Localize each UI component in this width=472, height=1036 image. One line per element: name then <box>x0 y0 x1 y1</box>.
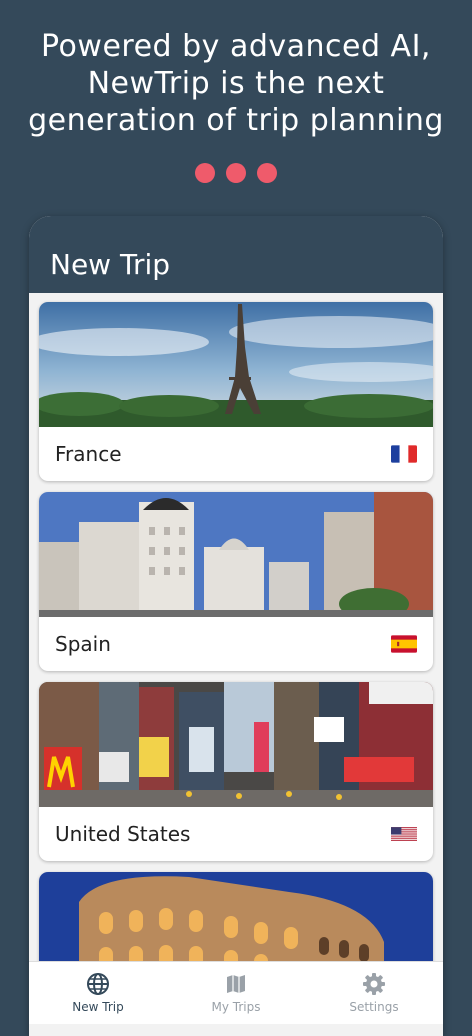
france-flag-icon <box>391 445 417 463</box>
page-indicator <box>0 163 472 183</box>
us-flag-icon <box>391 827 417 841</box>
headline-line-2: NewTrip is the next <box>87 66 385 101</box>
bottom-nav: New Trip My Trips Settings <box>29 961 443 1024</box>
destination-card-france[interactable]: France <box>39 302 433 481</box>
page-dot[interactable] <box>257 163 277 183</box>
onboarding-headline: Powered by advanced AI, NewTrip is the n… <box>0 28 472 139</box>
nav-my-trips[interactable]: My Trips <box>167 962 305 1024</box>
spain-photo <box>39 492 433 617</box>
globe-icon <box>87 973 109 995</box>
spain-flag-icon <box>391 635 417 653</box>
destination-name: France <box>55 442 122 466</box>
destination-card-united-states[interactable]: United States <box>39 682 433 861</box>
app-bar: New Trip <box>29 216 443 293</box>
map-icon <box>227 975 245 993</box>
destination-name: Spain <box>55 632 111 656</box>
headline-line-1: Powered by advanced AI, <box>41 29 431 64</box>
nav-new-trip[interactable]: New Trip <box>29 962 167 1024</box>
destination-card-spain[interactable]: Spain <box>39 492 433 671</box>
page-dot[interactable] <box>195 163 215 183</box>
nav-label: Settings <box>349 1000 399 1014</box>
headline-line-3: generation of trip planning <box>28 103 444 138</box>
destination-name: United States <box>55 822 191 846</box>
nav-settings[interactable]: Settings <box>305 962 443 1024</box>
united-states-photo <box>39 682 433 807</box>
france-photo <box>39 302 433 427</box>
destination-list: France Spain United States <box>39 302 433 1008</box>
page-title: New Trip <box>50 248 171 281</box>
gear-icon <box>363 973 385 995</box>
page-dot[interactable] <box>226 163 246 183</box>
app-preview: New Trip France Spain United States New … <box>29 216 443 1036</box>
nav-label: My Trips <box>211 1000 261 1014</box>
nav-label: New Trip <box>72 1000 124 1014</box>
